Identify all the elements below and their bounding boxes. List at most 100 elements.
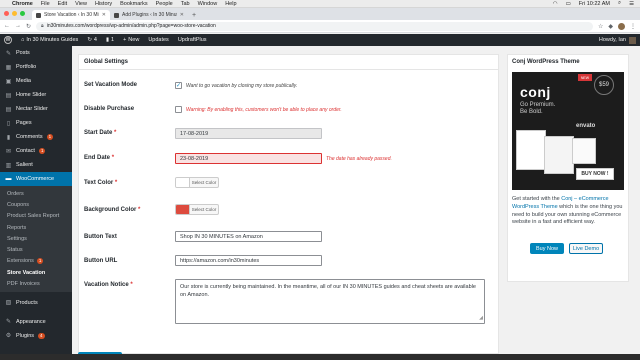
- browser-toolbar: ← → ↻ 🔒︎ in30minutes.com/wordpress/wp-ad…: [0, 20, 640, 33]
- admin-bar-updraft[interactable]: UpdraftPlus: [178, 37, 207, 43]
- forward-icon[interactable]: →: [15, 23, 21, 29]
- plus-icon: +: [123, 37, 127, 43]
- submenu-orders[interactable]: Orders: [0, 188, 72, 199]
- button-text-input[interactable]: Shop IN 30 MINUTES on Amazon: [175, 231, 322, 242]
- submenu-extensions[interactable]: Extensions 1: [0, 256, 72, 267]
- updates-label: Updates: [148, 37, 169, 43]
- home-icon: ⌂: [21, 37, 25, 43]
- sidebar-item-home-slider[interactable]: ▤ Home Slider: [0, 88, 72, 102]
- vacation-notice-label-text: Vacation Notice: [84, 282, 129, 288]
- disable-purchase-checkbox[interactable]: [175, 106, 182, 113]
- back-icon[interactable]: ←: [4, 23, 10, 29]
- menu-window[interactable]: Window: [198, 1, 218, 7]
- background-color-picker[interactable]: Select Color: [175, 204, 219, 215]
- background-color-label-text: Background Color: [84, 207, 137, 213]
- submenu-label: Extensions: [7, 258, 34, 265]
- conj-logo: conj: [520, 84, 551, 100]
- admin-bar-account[interactable]: Howdy, Ian: [598, 36, 636, 44]
- wifi-icon[interactable]: ◠: [553, 1, 558, 7]
- close-window-icon[interactable]: [4, 11, 9, 16]
- live-demo-button[interactable]: Live Demo: [569, 243, 603, 254]
- profile-avatar[interactable]: [618, 22, 625, 30]
- menu-help[interactable]: Help: [225, 1, 236, 7]
- sidebar-item-products[interactable]: ▧ Products: [0, 296, 72, 310]
- wp-admin-bar: W ⌂ In 30 Minutes Guides ↻ 4 ▮ 1 + New U…: [0, 34, 640, 46]
- text-color-label-text: Text Color: [84, 180, 114, 186]
- sidebar-item-posts[interactable]: ✎ Posts: [0, 46, 72, 60]
- start-date-input[interactable]: 17-08-2019: [175, 128, 322, 139]
- woocommerce-icon: ▬: [5, 176, 12, 182]
- slider-icon: ▤: [5, 92, 12, 99]
- promo-tagline-1: Go Premium.: [520, 102, 556, 108]
- menu-file[interactable]: File: [41, 1, 50, 7]
- submenu-product-sales-report[interactable]: Product Sales Report: [0, 211, 72, 222]
- submenu-coupons[interactable]: Coupons: [0, 199, 72, 210]
- new-tab-icon[interactable]: +: [192, 12, 196, 19]
- end-date-label-text: End Date: [84, 155, 111, 161]
- wp-logo[interactable]: W: [4, 36, 12, 44]
- end-date-input[interactable]: 23-08-2019: [175, 153, 322, 164]
- text-color-picker[interactable]: Select Color: [175, 177, 219, 188]
- bookmark-star-icon[interactable]: ☆: [598, 23, 603, 30]
- submenu-pdf-invoices[interactable]: PDF Invoices: [0, 278, 72, 289]
- howdy-text: Howdy, Ian: [598, 37, 626, 43]
- admin-bar-site[interactable]: ⌂ In 30 Minutes Guides: [21, 37, 78, 43]
- menu-app-name[interactable]: Chrome: [12, 1, 33, 7]
- lock-icon[interactable]: 🔒︎: [41, 23, 44, 29]
- spotlight-icon[interactable]: ⌕: [618, 0, 621, 7]
- close-tab-icon[interactable]: ✕: [102, 12, 106, 18]
- admin-bar-updates[interactable]: ↻ 4: [87, 37, 97, 43]
- chrome-menu-icon[interactable]: ⋮: [630, 23, 636, 30]
- sidebar-item-woocommerce[interactable]: ▬ WooCommerce: [0, 172, 72, 186]
- sidebar-item-nectar-slider[interactable]: ▤ Nectar Slider: [0, 102, 72, 116]
- sidebar-item-portfolio[interactable]: ▦ Portfolio: [0, 60, 72, 74]
- comment-icon: ▮: [6, 134, 11, 141]
- admin-bar-comments[interactable]: ▮ 1: [106, 37, 114, 43]
- resize-grip-icon[interactable]: ◢: [479, 314, 483, 322]
- submenu-reports[interactable]: Reports: [0, 222, 72, 233]
- widget-text-before: Get started with the: [512, 196, 562, 202]
- sidebar-item-appearance[interactable]: ✎ Appearance: [0, 315, 72, 329]
- battery-icon[interactable]: ▭: [566, 1, 571, 7]
- sidebar-item-contact[interactable]: ✉ Contact 1: [0, 144, 72, 158]
- sidebar-item-salient[interactable]: ▥ Salient: [0, 158, 72, 172]
- extensions-badge: 1: [36, 258, 44, 265]
- submenu-status[interactable]: Status: [0, 244, 72, 255]
- sidebar-item-label: Pages: [16, 120, 32, 126]
- submenu-label: Status: [7, 247, 23, 254]
- checkmark-icon: ✓: [175, 83, 182, 89]
- minimize-window-icon[interactable]: [12, 11, 17, 16]
- menu-bookmarks[interactable]: Bookmarks: [120, 1, 148, 7]
- reload-icon[interactable]: ↻: [26, 23, 31, 30]
- menu-tab[interactable]: Tab: [181, 1, 190, 7]
- admin-bar-updates-link[interactable]: Updates: [148, 37, 169, 43]
- vacation-mode-checkbox[interactable]: ✓: [175, 82, 182, 89]
- sidebar-item-media[interactable]: ▣ Media: [0, 74, 72, 88]
- promo-screenshot: [516, 130, 546, 170]
- brush-icon: ✎: [5, 319, 12, 326]
- extension-icon[interactable]: ◆: [608, 23, 613, 30]
- menu-history[interactable]: History: [95, 1, 112, 7]
- background-color-swatch: [176, 205, 190, 214]
- buy-now-button[interactable]: Buy Now: [530, 243, 564, 254]
- conj-promo-banner[interactable]: NEW $59 conj Go Premium. Be Bold. envato…: [512, 72, 624, 190]
- tab-add-plugins[interactable]: Add Plugins ‹ In 30 Minutes G... ✕: [110, 10, 188, 20]
- admin-bar-new[interactable]: + New: [123, 37, 139, 43]
- menu-edit[interactable]: Edit: [58, 1, 67, 7]
- address-bar[interactable]: 🔒︎ in30minutes.com/wordpress/wp-admin/ad…: [36, 21, 593, 31]
- tab-store-vacation[interactable]: Store Vacation ‹ In 30 Minut... ✕: [32, 10, 110, 20]
- sidebar-item-pages[interactable]: ▯ Pages: [0, 116, 72, 130]
- clock[interactable]: Fri 10:22 AM: [579, 1, 610, 7]
- menu-people[interactable]: People: [156, 1, 173, 7]
- submenu-store-vacation[interactable]: Store Vacation: [0, 267, 72, 278]
- vacation-notice-textarea[interactable]: Our store is currently being maintained.…: [175, 279, 485, 324]
- close-tab-icon[interactable]: ✕: [180, 12, 184, 18]
- button-url-input[interactable]: https://amazon.com/in30minutes: [175, 255, 322, 266]
- menu-list-icon[interactable]: ☰: [629, 1, 634, 7]
- menu-view[interactable]: View: [75, 1, 87, 7]
- conj-theme-widget: Conj WordPress Theme NEW $59 conj Go Pre…: [507, 54, 629, 282]
- sidebar-item-plugins[interactable]: ⚙ Plugins 4: [0, 329, 72, 343]
- maximize-window-icon[interactable]: [20, 11, 25, 16]
- sidebar-item-comments[interactable]: ▮ Comments 1: [0, 130, 72, 144]
- submenu-settings[interactable]: Settings: [0, 233, 72, 244]
